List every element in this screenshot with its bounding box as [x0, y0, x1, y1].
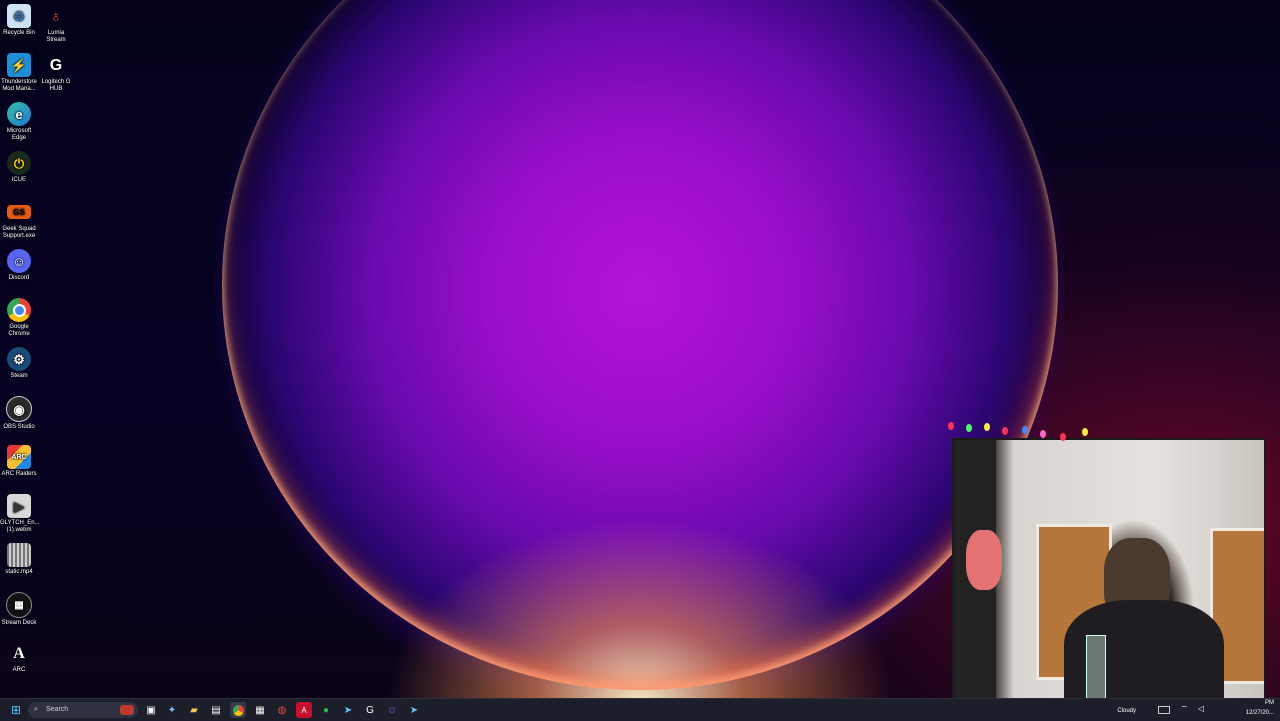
search-icon: ⌕ — [34, 706, 38, 713]
desktop-icon-arc[interactable]: A ARC — [0, 641, 38, 674]
desktop-icon-logitech-ghub[interactable]: G Logitech G HUB — [37, 53, 75, 93]
desktop-icon-label: ARC Raiders — [1, 471, 37, 477]
desktop-icon-chrome[interactable]: Google Chrome — [0, 298, 38, 338]
obs-icon: ◉ — [6, 396, 32, 422]
thunderstore-icon: ⚡ — [7, 53, 31, 77]
clock-date[interactable]: 12/27/20... — [1246, 710, 1274, 716]
desktop-icon-label: Stream Deck — [1, 620, 37, 626]
desktop-icon-recycle-bin[interactable]: ♻ Recycle Bin — [0, 4, 38, 37]
video-file-icon — [7, 543, 31, 567]
edge-icon: e — [7, 102, 31, 126]
light-bulb — [1082, 428, 1088, 436]
desktop-icon-edge[interactable]: e Microsoft Edge — [0, 102, 38, 142]
volume-icon[interactable]: ◁ — [1198, 704, 1204, 713]
desktop-icon-label: static.mp4 — [5, 569, 33, 575]
chrome-icon — [7, 298, 31, 322]
webcam-glass-object — [1086, 635, 1106, 707]
desktop-icon-label: GLYTCH_En... (1).webm — [0, 520, 40, 533]
desktop-icon-lumia-stream[interactable]: ♁ Lumia Stream — [37, 4, 75, 44]
desktop-icon-label: OBS Studio — [3, 424, 35, 430]
clock-time[interactable]: PM — [1265, 700, 1274, 706]
light-bulb — [948, 422, 954, 430]
webcam-overlay — [952, 438, 1266, 712]
discord-taskbar-icon[interactable]: ☺ — [384, 702, 400, 718]
copilot-icon[interactable]: ✦ — [164, 702, 180, 718]
desktop-icon-glytch-webm[interactable]: ▶ GLYTCH_En... (1).webm — [0, 494, 40, 534]
app-icon[interactable]: ◍ — [274, 702, 290, 718]
webcam-plush-toy — [966, 530, 1002, 590]
wifi-icon[interactable]: ⌔ — [1180, 704, 1188, 714]
desktop-icon-label: Logitech G HUB — [41, 79, 71, 92]
icue-icon: ⏻ — [7, 151, 31, 175]
desktop-icon-discord[interactable]: ☺ Discord — [0, 249, 38, 282]
desktop-icon-label: Recycle Bin — [3, 30, 35, 36]
arc-icon: A — [13, 644, 25, 662]
desktop-icon-stream-deck[interactable]: ▦ Stream Deck — [0, 592, 38, 627]
start-icon[interactable]: ⊞ — [8, 702, 24, 718]
lumia-stream-icon: ♁ — [49, 5, 63, 26]
app-icon[interactable]: ▦ — [252, 702, 268, 718]
desktop-icon-icue[interactable]: ⏻ iCUE — [0, 151, 38, 184]
weather-status[interactable]: Cloudy — [1117, 708, 1136, 714]
light-bulb — [1022, 426, 1028, 434]
taskbar: ⊞ ⌕ Search ▣ ✦ ▰ ▤ ▦ ◍ A ● ➤ G ☺ ➤ Cloud… — [0, 698, 1280, 721]
search-input[interactable]: ⌕ Search — [28, 702, 138, 718]
desktop-icon-label: Discord — [8, 275, 30, 281]
search-placeholder: Search — [46, 706, 69, 713]
file-explorer-icon[interactable]: ▰ — [186, 702, 202, 718]
arc-raiders-icon: ARC — [7, 445, 31, 469]
light-bulb — [966, 424, 972, 432]
desktop-icon-label: Microsoft Edge — [6, 128, 32, 141]
adobe-icon[interactable]: A — [296, 702, 312, 718]
christmas-lights-decoration — [944, 418, 1094, 442]
discord-icon: ☺ — [7, 249, 31, 273]
search-highlight-icon — [120, 705, 134, 715]
light-bulb — [984, 423, 990, 431]
steam-taskbar-icon[interactable]: ➤ — [340, 702, 356, 718]
desktop-icon-label: iCUE — [11, 177, 26, 183]
stream-deck-icon: ▦ — [6, 592, 32, 618]
light-bulb — [1060, 433, 1066, 441]
steam-taskbar-icon-2[interactable]: ➤ — [406, 702, 422, 718]
recycle-bin-icon: ♻ — [7, 4, 31, 28]
task-view-icon[interactable]: ▣ — [143, 702, 159, 718]
desktop-icon-thunderstore[interactable]: ⚡ Thunderstore Mod Mana... — [0, 53, 38, 93]
store-icon[interactable]: ▤ — [208, 702, 224, 718]
logitech-ghub-icon: G — [49, 56, 63, 74]
desktop-icon-label: Lumia Stream — [46, 30, 66, 43]
video-file-icon: ▶ — [7, 494, 31, 518]
desktop-icon-label: ARC — [12, 667, 26, 673]
desktop-icon-label: Steam — [10, 373, 28, 379]
chrome-taskbar-icon[interactable] — [230, 702, 246, 718]
geek-squad-icon: GS — [7, 205, 31, 219]
desktop-icon-steam[interactable]: ⚙ Steam — [0, 347, 38, 380]
battery-icon[interactable] — [1158, 706, 1170, 714]
desktop-icon-label: Thunderstore Mod Mana... — [1, 79, 37, 92]
spotify-icon[interactable]: ● — [318, 702, 334, 718]
steam-icon: ⚙ — [7, 347, 31, 371]
desktop-icon-static-mp4[interactable]: static.mp4 — [0, 543, 38, 576]
light-bulb — [1002, 427, 1008, 435]
desktop-icon-obs[interactable]: ◉ OBS Studio — [0, 396, 38, 431]
desktop-icon-label: Geek Squad Support.exe — [2, 226, 36, 239]
desktop-icon-label: Google Chrome — [8, 324, 30, 337]
logitech-ghub-taskbar-icon[interactable]: G — [362, 702, 378, 718]
desktop-icon-geek-squad[interactable]: GS Geek Squad Support.exe — [0, 200, 38, 240]
light-bulb — [1040, 430, 1046, 438]
desktop-icon-arc-raiders[interactable]: ARC ARC Raiders — [0, 445, 38, 478]
